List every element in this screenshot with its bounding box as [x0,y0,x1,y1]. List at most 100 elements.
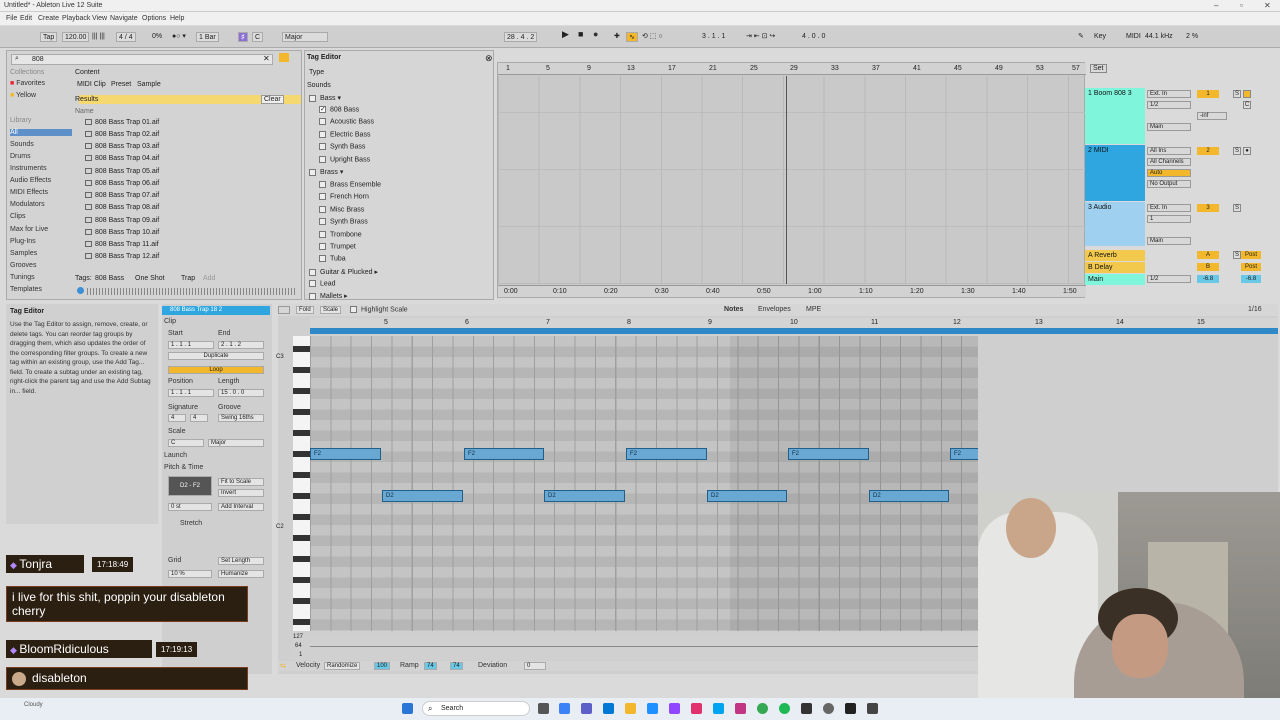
overdub-icon[interactable]: ✚ [612,32,622,42]
pitch-time-section[interactable]: Pitch & Time [164,464,203,471]
bar-ruler[interactable]: 1 5 9 13 17 21 25 29 33 37 41 45 49 53 5… [498,63,1086,75]
list-item[interactable]: 808 Bass Trap 08.aif [85,204,159,211]
post-button[interactable]: Post [1241,251,1261,259]
library-item-samples[interactable]: Samples [10,250,37,257]
ramp-start[interactable]: 74 [424,662,437,670]
start-icon[interactable] [402,703,413,714]
loop-length-field[interactable]: 4 . 0 . 0 [800,32,827,42]
track-channel-select[interactable]: All Channels [1147,158,1191,166]
fit-to-scale-button[interactable]: Fit to Scale [218,478,264,486]
list-item[interactable]: 808 Bass Trap 11.aif [85,241,159,248]
record-icon[interactable]: ● [591,30,600,40]
tag-group-brass[interactable]: Brass ▾ [309,168,343,176]
library-item-clips[interactable]: Clips [10,213,26,220]
list-item[interactable]: 808 Bass Trap 02.aif [85,131,159,138]
filter-preset[interactable]: Preset [111,81,131,88]
library-item-sounds[interactable]: Sounds [10,141,34,148]
draw-mode-icon[interactable]: ✎ [1076,32,1086,42]
punch-icon[interactable]: ⇥ ⇤ ⊡ ↪ [744,32,777,42]
midi-ruler[interactable]: 5 6 7 8 9 10 11 12 13 14 15 [310,318,1278,328]
clip-start-field[interactable]: 1 . 1 . 1 [168,341,214,349]
grid-value[interactable]: 1/16 [1248,306,1262,313]
track-header[interactable]: 1 Boom 808 3 [1085,88,1145,144]
monitor-auto[interactable]: Auto [1147,169,1191,177]
collection-favorites[interactable]: ■ Favorites [10,80,45,87]
list-item[interactable]: 808 Bass Trap 01.aif [85,119,159,126]
scale-name-select[interactable]: Major [208,439,264,447]
randomize-button[interactable]: Randomize [324,662,361,670]
collection-yellow[interactable]: ■ Yellow [10,92,36,99]
twitch-icon[interactable] [669,703,680,714]
tempo-field[interactable]: 120.00 [62,32,90,42]
track-input-select[interactable]: Ext. In [1147,90,1191,98]
scale-button[interactable]: Scale [320,306,342,314]
tag-chip[interactable]: 808 Bass [95,275,124,282]
library-item-grooves[interactable]: Grooves [10,262,36,269]
tag-brass-item[interactable]: Synth Brass [319,218,368,225]
metronome-percent[interactable]: 0% [150,32,164,42]
velocity-toggle-icon[interactable]: ⇆ [280,662,286,670]
position-field[interactable]: 1 . 1 . 1 [168,389,214,397]
tab-mpe[interactable]: MPE [806,306,821,313]
settings-icon[interactable] [867,703,878,714]
tag-group-lead[interactable]: Lead [309,280,336,287]
track-input-select[interactable]: Ext. In [1147,204,1191,212]
velocity-value[interactable]: 100 [374,662,391,670]
menu-playback[interactable]: Playback [62,15,90,22]
add-tag-field[interactable]: Add [203,275,215,282]
maximize-icon[interactable]: ▫ [1240,1,1243,10]
midi-note[interactable]: F2 [788,448,869,460]
clear-button[interactable]: Clear [261,95,284,104]
obs-icon[interactable] [823,703,834,714]
track-input-select[interactable]: All Ins [1147,147,1191,155]
set-button[interactable]: Set [1090,64,1107,73]
track-output-select[interactable]: Main [1147,237,1191,245]
track-activator[interactable]: 1 [1197,90,1219,98]
menu-edit[interactable]: Edit [20,15,32,22]
key-icon[interactable]: ♯ [238,32,248,42]
midi-note[interactable]: F2 [310,448,381,460]
library-item-tunings[interactable]: Tunings [10,274,35,281]
key-scale-select[interactable]: Major [282,32,328,42]
main-pan[interactable]: -6.8 [1241,275,1261,283]
list-item[interactable]: 808 Bass Trap 12.aif [85,253,159,260]
preview-icon[interactable] [77,287,84,294]
library-item-midi-effects[interactable]: MIDI Effects [10,189,48,196]
quantize-menu[interactable]: 1 Bar [196,32,219,42]
list-item[interactable]: 808 Bass Trap 09.aif [85,217,159,224]
library-item-templates[interactable]: Templates [10,286,42,293]
signature-numerator[interactable]: 4 [168,414,186,422]
tag-chip[interactable]: Trap [181,275,195,282]
tab-notes[interactable]: Notes [724,306,743,313]
midi-note[interactable]: D2 [869,490,949,502]
list-item[interactable]: 808 Bass Trap 05.aif [85,168,159,175]
main-volume[interactable]: -6.8 [1197,275,1219,283]
spotify-icon[interactable] [779,703,790,714]
midi-note[interactable]: F2 [464,448,544,460]
midi-note[interactable]: D2 [544,490,625,502]
tag-brass-item[interactable]: Trombone [319,231,362,238]
loop-brace[interactable] [310,328,1278,334]
close-icon[interactable]: ✕ [1264,1,1271,10]
deviation-value[interactable]: 0 [524,662,546,670]
tag-group-guitar[interactable]: Guitar & Plucked ▸ [309,268,378,276]
app-icon[interactable] [691,703,702,714]
midi-map-label[interactable]: MIDI [1124,32,1143,42]
tag-group-mallets[interactable]: Mallets ▸ [309,292,348,300]
filter-midi-clip[interactable]: MIDI Clip [77,81,106,88]
library-item-plugins[interactable]: Plug-Ins [10,238,36,245]
main-track-header[interactable]: Main [1085,274,1145,285]
arrangement-view[interactable]: 1 5 9 13 17 21 25 29 33 37 41 45 49 53 5… [497,62,1086,298]
transpose-field[interactable]: 0 st [168,503,212,511]
menu-view[interactable]: View [92,15,107,22]
stop-icon[interactable]: ■ [576,30,585,40]
return-activator[interactable]: B [1197,263,1219,271]
loop-button[interactable]: Loop [168,366,264,374]
track-volume[interactable]: -inf [1197,112,1227,120]
fold-button[interactable]: Fold [296,306,314,314]
key-root-select[interactable]: C [252,32,264,42]
track-output-select[interactable]: No Output [1147,180,1191,188]
duplicate-button[interactable]: Duplicate [168,352,264,360]
track-channel-select[interactable]: 1 [1147,215,1191,223]
track-header[interactable]: 3 Audio [1085,202,1145,246]
